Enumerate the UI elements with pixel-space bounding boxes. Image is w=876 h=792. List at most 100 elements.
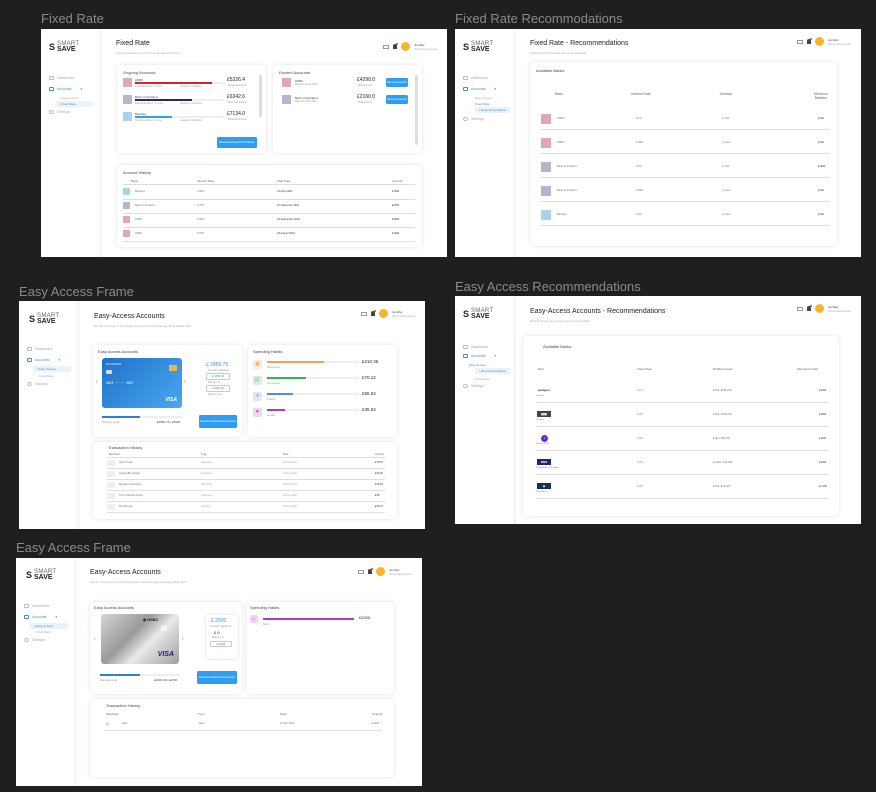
nav-dashboard[interactable]: Dashboard: [27, 347, 52, 351]
amount: £7000: [392, 190, 400, 193]
heart-icon: ♥: [253, 408, 262, 417]
table-row[interactable]: ▦▦ Chetlow 2.2% £200 / £200,000 £4000: [523, 408, 839, 428]
next-card-chevron-icon[interactable]: ›: [184, 379, 186, 385]
nav-fixed-rate[interactable]: • Fixed Rate: [55, 101, 93, 107]
frame-easy-access-recommendations: S SMART SAVE Dashboard Accounts ▾ Easy Acc…: [455, 296, 861, 524]
nav-settings[interactable]: Settings: [49, 110, 70, 114]
table-row[interactable]: paragon Paragon 2.1% £100 / £250,000 £1000: [523, 384, 839, 404]
bank-logo: [123, 188, 130, 195]
avatar[interactable]: [401, 42, 410, 51]
merchant-icon: [107, 493, 115, 499]
logo-bottom: SAVE: [471, 313, 490, 320]
nav-recommendations[interactable]: • Recommendations: [475, 368, 510, 374]
bell-icon[interactable]: [393, 43, 398, 49]
nav-easy-access[interactable]: • Easy Access: [33, 366, 71, 372]
mail-icon[interactable]: [358, 569, 364, 574]
table-row[interactable]: RBS Royal Bank of Scotland 2.7% £1,000 / £1…: [523, 456, 839, 476]
table-row[interactable]: ◐ Starling Bank 2.3% £110 / £50,000 £1100: [523, 432, 839, 452]
easy-access-accounts-card: Easy Access Accounts ◆ HSBC VISA ‹ › £ 2…: [90, 602, 242, 694]
min-balance: £100: [818, 117, 824, 120]
nav-dashboard[interactable]: Dashboard: [24, 604, 49, 608]
nav-accounts[interactable]: Accounts ▾: [27, 358, 60, 362]
account-history-card: Account History Bank Interest Rate Start D…: [117, 165, 422, 247]
avatar[interactable]: [815, 304, 824, 313]
hsbc-card[interactable]: ◆ HSBC VISA: [101, 614, 179, 664]
bank-name: Bank of Scotland: [557, 165, 577, 168]
bank-logo: [123, 216, 130, 223]
mail-icon[interactable]: [797, 39, 803, 44]
table-row[interactable]: Bank of Scotland 3.2% 1 Year £1000: [530, 156, 837, 176]
nav-easy-access[interactable]: Easy Access: [469, 363, 486, 367]
bank-logo: [282, 78, 291, 87]
expired-accounts-card: Expired Accounts HSBC Matured 12 Jan 2022…: [273, 65, 422, 153]
max-interest: £1,100: [819, 485, 827, 488]
interest-rate: 3.55%: [636, 189, 644, 192]
bell-icon[interactable]: [807, 38, 812, 44]
nav-recommendations[interactable]: • Recommendations: [475, 107, 510, 113]
avatar[interactable]: [815, 37, 824, 46]
table-row[interactable]: Bank of Scotland 3.55% 2 Years £100: [530, 180, 837, 200]
renew-account-button[interactable]: Renew Account: [386, 78, 408, 87]
nav-label: Dashboard: [32, 604, 50, 608]
bell-icon[interactable]: [807, 305, 812, 311]
table-row[interactable]: Barclays 3.6% 3 Years £100: [530, 204, 837, 224]
mail-icon[interactable]: [797, 306, 803, 311]
progress-bar: [135, 99, 223, 101]
start-date: 14 April 2020: [277, 190, 293, 193]
next-card-chevron-icon[interactable]: ›: [182, 636, 184, 642]
start-date: 27 November 2021: [277, 204, 300, 207]
recommended-easy-access-button[interactable]: Recommended Easy Access: [197, 671, 237, 684]
deposit-range: £100 / £10,000: [713, 485, 731, 488]
avatar[interactable]: [379, 309, 388, 318]
nav-dashboard[interactable]: Dashboard: [49, 76, 74, 80]
prev-card-chevron-icon[interactable]: ‹: [96, 379, 98, 385]
scrollbar[interactable]: [259, 75, 262, 117]
nav-accounts[interactable]: Accounts ▾: [24, 615, 57, 619]
nav-accounts[interactable]: Accounts ▾: [463, 354, 496, 358]
prev-card-chevron-icon[interactable]: ‹: [94, 636, 96, 642]
deposit-range: £110 / £50,000: [713, 437, 731, 440]
frame-label-fixed-rate: Fixed Rate: [41, 11, 104, 26]
nav-fixed-rate[interactable]: Fixed Rate: [475, 102, 490, 106]
nav-settings[interactable]: Settings: [463, 384, 484, 388]
col-header: Max Interest Claim: [797, 368, 819, 371]
max-interest: £1000: [819, 461, 827, 464]
bell-icon[interactable]: [368, 568, 373, 574]
mail-icon[interactable]: [361, 311, 367, 316]
amount: £4000: [392, 232, 400, 235]
tx-amount: £20.00: [375, 472, 383, 475]
bell-icon[interactable]: [371, 310, 376, 316]
nav-accounts[interactable]: Accounts ▾: [463, 87, 496, 91]
spending-habits-card: Spending Habits ▣ Shopping £210.36 🛒 Groceri…: [248, 345, 397, 437]
table-row[interactable]: ◆ Zopa Bank 2.2% £100 / £10,000 £1,100: [523, 480, 839, 500]
nav-label: Settings: [32, 638, 45, 642]
nav-settings[interactable]: Settings: [463, 117, 484, 121]
nav-fixed-rate[interactable]: Fixed Rate: [36, 630, 51, 634]
header-user: Jennifer Personal account: [383, 42, 437, 51]
nav-accounts[interactable]: Accounts ▾: [49, 87, 82, 91]
visa-logo: VISA: [157, 651, 174, 658]
renew-account-button[interactable]: Renew Account: [386, 95, 408, 104]
nav-settings[interactable]: Settings: [24, 638, 45, 642]
nav-fixed-rate[interactable]: Fixed Rate: [39, 374, 54, 378]
scrollbar[interactable]: [415, 75, 418, 145]
nav-dashboard[interactable]: Dashboard: [463, 345, 488, 349]
table-row[interactable]: HSBC 3.1% 1 Year £100: [530, 108, 837, 128]
nav-easy-access[interactable]: Easy Access: [61, 96, 78, 100]
avatar[interactable]: [376, 567, 385, 576]
nav-easy-access[interactable]: • Easy Access: [30, 623, 68, 629]
start-date: 18 August 2021: [277, 232, 296, 235]
nav-settings[interactable]: Settings: [27, 382, 48, 386]
table-row[interactable]: HSBC 3.45% 2 Years £100: [530, 132, 837, 152]
min-balance: £100: [818, 189, 824, 192]
nav-dashboard[interactable]: Dashboard: [463, 76, 488, 80]
bank-name: Bank of Scotland: [557, 189, 577, 192]
recommended-fixed-bonds-button[interactable]: Recommended Fixed Bonds: [217, 137, 257, 148]
page-title: Fixed Rate: [116, 40, 150, 47]
nav-easy-access[interactable]: Easy Access: [475, 96, 492, 100]
platinum-card[interactable]: PLATINUM 5163 ····· ····· 3847 VISA: [102, 358, 182, 408]
recommended-easy-access-button[interactable]: Recommended Easy Access: [199, 415, 237, 428]
contactless-icon: [161, 626, 167, 631]
mail-icon[interactable]: [383, 44, 389, 49]
nav-fixed-rate[interactable]: Fixed Rate: [475, 377, 490, 381]
